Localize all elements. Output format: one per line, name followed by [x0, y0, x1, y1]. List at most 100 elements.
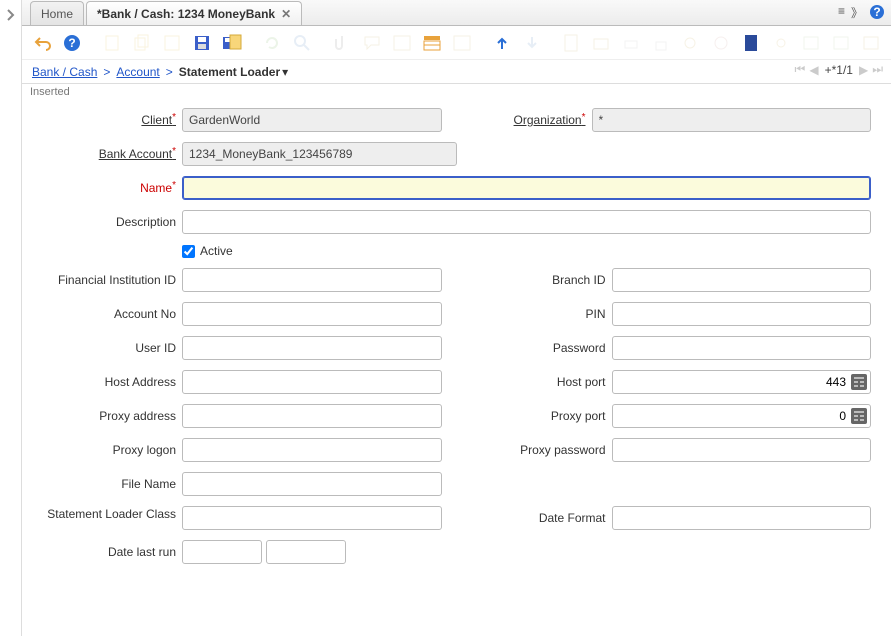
gear-button: [769, 31, 793, 55]
customize-button: [450, 31, 474, 55]
description-field[interactable]: [182, 210, 871, 234]
process-button: [709, 31, 733, 55]
date-format-field[interactable]: [612, 506, 872, 530]
report-button: [560, 31, 584, 55]
tab-bank-cash[interactable]: *Bank / Cash: 1234 MoneyBank ✕: [86, 1, 302, 25]
first-record-button: ⏮: [795, 62, 806, 77]
proxy-password-field[interactable]: [612, 438, 872, 462]
label-pin: PIN: [472, 307, 612, 321]
print-button: [619, 31, 643, 55]
label-host-port: Host port: [472, 375, 612, 389]
client-field[interactable]: [182, 108, 442, 132]
label-proxy-password: Proxy password: [472, 443, 612, 457]
tab-label: *Bank / Cash: 1234 MoneyBank: [97, 7, 275, 21]
bank-account-field[interactable]: [182, 142, 457, 166]
label-name: Name*: [42, 181, 182, 195]
detail-record-button: [520, 31, 544, 55]
record-nav: ⏮ ◀ +*1/1 ▶ ⏭: [795, 62, 883, 77]
sidebar-expand-handle[interactable]: [0, 0, 22, 636]
branch-id-field[interactable]: [612, 268, 872, 292]
label-proxy-logon: Proxy logon: [42, 443, 182, 457]
help-icon[interactable]: ?: [869, 4, 885, 20]
label-description: Description: [42, 215, 182, 229]
label-password: Password: [472, 341, 612, 355]
label-active: Active: [200, 244, 233, 258]
toolbar: ?: [22, 26, 891, 60]
attach-button: [330, 31, 354, 55]
host-address-field[interactable]: [182, 370, 442, 394]
grid-button: [390, 31, 414, 55]
breadcrumb-link-account[interactable]: Account: [116, 65, 159, 79]
host-port-field[interactable]: [612, 370, 872, 394]
proxy-logon-field[interactable]: [182, 438, 442, 462]
menu-icon[interactable]: ≡: [838, 4, 845, 21]
record-indicator: +*1/1: [825, 63, 853, 77]
chat-button: [360, 31, 384, 55]
label-fin-inst-id: Financial Institution ID: [42, 273, 182, 287]
proxy-address-field[interactable]: [182, 404, 442, 428]
close-icon[interactable]: ✕: [281, 7, 291, 21]
main-area: Home *Bank / Cash: 1234 MoneyBank ✕ ≡ 》 …: [22, 0, 891, 636]
lock-button: [649, 31, 673, 55]
financial-institution-id-field[interactable]: [182, 268, 442, 292]
tab-bar: Home *Bank / Cash: 1234 MoneyBank ✕ ≡ 》 …: [22, 0, 891, 26]
active-workflow-button[interactable]: [739, 31, 763, 55]
label-statement-loader-class: Statement Loader Class: [42, 506, 182, 523]
save-new-button[interactable]: [220, 31, 244, 55]
file-name-field[interactable]: [182, 472, 442, 496]
label-date-last-run: Date last run: [42, 545, 182, 559]
copy-button: [130, 31, 154, 55]
breadcrumb: Bank / Cash > Account > Statement Loader…: [22, 60, 891, 84]
calculator-icon[interactable]: [851, 374, 867, 390]
pin-field[interactable]: [612, 302, 872, 326]
window-controls: ≡ 》 ?: [838, 4, 885, 21]
label-proxy-port: Proxy port: [472, 409, 612, 423]
prev-record-button: ◀: [809, 63, 818, 77]
calculator-icon[interactable]: [851, 408, 867, 424]
organization-field[interactable]: [592, 108, 872, 132]
user-id-field[interactable]: [182, 336, 442, 360]
export-button: [799, 31, 823, 55]
label-branch-id: Branch ID: [472, 273, 612, 287]
label-account-no: Account No: [42, 307, 182, 321]
help-button[interactable]: ?: [60, 31, 84, 55]
account-no-field[interactable]: [182, 302, 442, 326]
zoom-button: [679, 31, 703, 55]
statement-loader-class-field[interactable]: [182, 506, 442, 530]
refresh-button: [260, 31, 284, 55]
proxy-port-field[interactable]: [612, 404, 872, 428]
date-last-run-time-field[interactable]: [266, 540, 346, 564]
breadcrumb-current[interactable]: Statement Loader: [179, 65, 280, 79]
chevron-down-icon[interactable]: ▾: [282, 65, 288, 79]
breadcrumb-sep: >: [103, 65, 110, 79]
toggle-grid-button[interactable]: [420, 31, 444, 55]
password-field[interactable]: [612, 336, 872, 360]
date-last-run-date-field[interactable]: [182, 540, 262, 564]
label-proxy-address: Proxy address: [42, 409, 182, 423]
name-field[interactable]: [182, 176, 871, 200]
form-statement-loader: Client* Organization* Bank Account* Name…: [22, 100, 891, 636]
tab-home[interactable]: Home: [30, 1, 84, 25]
parent-record-button[interactable]: [490, 31, 514, 55]
next-record-button: ▶: [859, 63, 868, 77]
import-csv-button: [829, 31, 853, 55]
breadcrumb-link-bank-cash[interactable]: Bank / Cash: [32, 65, 97, 79]
last-record-button: ⏭: [872, 62, 883, 77]
label-user-id: User ID: [42, 341, 182, 355]
breadcrumb-sep: >: [166, 65, 173, 79]
label-file-name: File Name: [42, 477, 182, 491]
label-date-format: Date Format: [472, 511, 612, 525]
label-client: Client*: [42, 113, 182, 127]
archive-button: [589, 31, 613, 55]
status-message: Inserted: [22, 84, 891, 100]
svg-text:?: ?: [68, 36, 75, 50]
label-bank-account: Bank Account*: [42, 147, 182, 161]
collapse-icon[interactable]: 》: [851, 4, 863, 21]
active-checkbox[interactable]: [182, 245, 195, 258]
undo-button[interactable]: [30, 31, 54, 55]
file-import-button: [859, 31, 883, 55]
save-button[interactable]: [190, 31, 214, 55]
svg-text:?: ?: [873, 5, 880, 19]
label-organization: Organization*: [472, 113, 592, 127]
tab-label: Home: [41, 7, 73, 21]
